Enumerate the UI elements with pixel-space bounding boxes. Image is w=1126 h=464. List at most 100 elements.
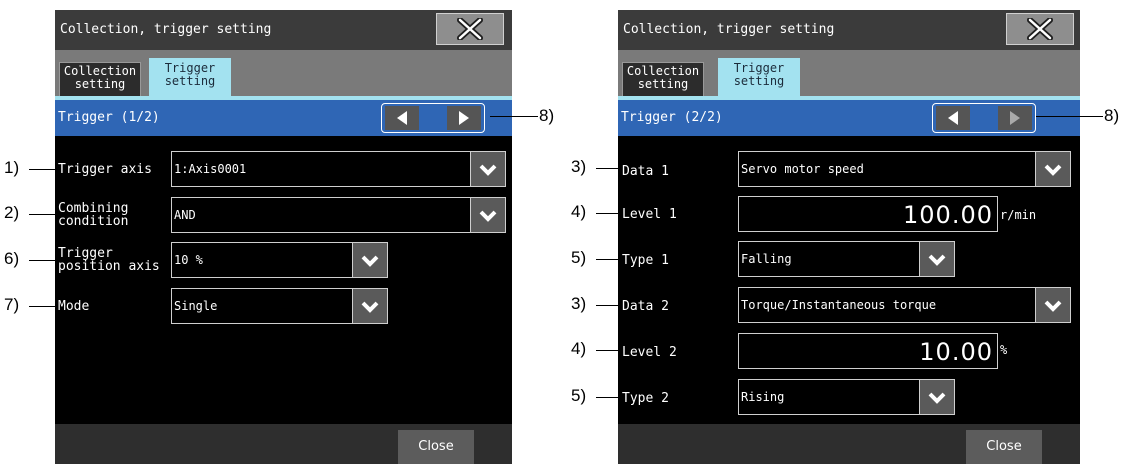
callout-line: [29, 169, 58, 170]
tab-collection-setting[interactable]: Collection setting: [622, 62, 704, 96]
level-1-label: Level 1: [622, 207, 677, 222]
callout-3: 3): [571, 294, 587, 313]
close-button[interactable]: Close: [966, 430, 1042, 464]
tab-strip: Collection setting Trigger setting: [55, 50, 512, 96]
combining-condition-field[interactable]: AND: [171, 197, 471, 233]
type-2-value: Rising: [741, 390, 785, 404]
trigger-position-axis-label: Trigger position axis: [58, 247, 160, 273]
trigger-axis-field[interactable]: 1:Axis0001: [171, 151, 471, 187]
tab-label: setting: [74, 77, 126, 91]
data-1-dropdown-button[interactable]: [1035, 151, 1071, 187]
combining-condition-dropdown-button[interactable]: [470, 197, 506, 233]
callout-line: [490, 116, 538, 117]
label-line: position axis: [58, 259, 160, 274]
combining-condition-label: Combining condition: [58, 202, 128, 228]
data-2-field[interactable]: Torque/Instantaneous torque: [738, 287, 1036, 323]
data-2-value: Torque/Instantaneous torque: [741, 298, 937, 312]
page-navigator: [381, 103, 485, 133]
combining-condition-value: AND: [174, 208, 196, 222]
window-title: Collection, trigger setting: [60, 22, 272, 37]
triangle-left-icon: [948, 111, 958, 125]
window-close-button[interactable]: [436, 13, 504, 45]
callout-line: [596, 305, 622, 306]
mode-dropdown-button[interactable]: [352, 288, 388, 324]
bottom-bar: Close: [55, 424, 512, 464]
right-panel: Collection, trigger setting Collection s…: [618, 10, 1080, 464]
close-x-icon: [457, 18, 483, 40]
tab-trigger-setting[interactable]: Trigger setting: [718, 58, 800, 96]
type-1-dropdown-button[interactable]: [919, 241, 955, 277]
chevron-down-icon: [1044, 164, 1062, 176]
data-1-value: Servo motor speed: [741, 162, 864, 176]
close-x-icon: [1027, 18, 1053, 40]
data-2-label: Data 2: [622, 299, 669, 314]
level-2-field[interactable]: 10.00: [738, 333, 998, 369]
chevron-down-icon: [928, 392, 946, 404]
type-1-field[interactable]: Falling: [738, 241, 920, 277]
tab-label: setting: [637, 77, 689, 91]
section-header: Trigger (1/2): [55, 100, 512, 136]
level-2-label: Level 2: [622, 345, 677, 360]
level-1-field[interactable]: 100.00: [738, 196, 998, 232]
title-bar: Collection, trigger setting: [618, 10, 1080, 50]
chevron-down-icon: [479, 164, 497, 176]
tab-label: setting: [164, 74, 216, 88]
type-2-label: Type 2: [622, 391, 669, 406]
close-button[interactable]: Close: [398, 430, 474, 464]
level-2-value: 10.00: [919, 338, 993, 366]
chevron-down-icon: [479, 210, 497, 222]
prev-page-button[interactable]: [385, 106, 419, 130]
left-panel: Collection, trigger setting Collection s…: [55, 10, 512, 464]
callout-line: [596, 259, 622, 260]
next-page-button[interactable]: [998, 106, 1032, 130]
mode-value: Single: [174, 299, 218, 313]
data-1-field[interactable]: Servo motor speed: [738, 151, 1036, 187]
callout-line: [29, 260, 58, 261]
data-2-dropdown-button[interactable]: [1035, 287, 1071, 323]
trigger-axis-value: 1:Axis0001: [174, 162, 247, 176]
type-2-field[interactable]: Rising: [738, 379, 920, 415]
section-header: Trigger (2/2): [618, 100, 1080, 136]
callout-6: 6): [4, 249, 20, 268]
chevron-down-icon: [361, 255, 379, 267]
type-1-value: Falling: [741, 252, 792, 266]
callout-4: 4): [571, 339, 587, 358]
callout-3: 3): [571, 157, 587, 176]
window-title: Collection, trigger setting: [623, 22, 835, 37]
type-2-dropdown-button[interactable]: [919, 379, 955, 415]
tab-label: setting: [733, 74, 785, 88]
mode-field[interactable]: Single: [171, 288, 353, 324]
title-bar: Collection, trigger setting: [55, 10, 512, 50]
prev-page-button[interactable]: [936, 106, 970, 130]
tab-collection-setting[interactable]: Collection setting: [59, 62, 141, 96]
trigger-position-axis-value: 10 %: [174, 253, 203, 267]
callout-line: [596, 397, 622, 398]
callout-line: [29, 214, 58, 215]
callout-line: [596, 168, 622, 169]
callout-7: 7): [4, 295, 20, 314]
window-close-button[interactable]: [1006, 13, 1074, 45]
chevron-down-icon: [1044, 300, 1062, 312]
trigger-position-axis-field[interactable]: 10 %: [171, 242, 353, 278]
callout-line: [29, 306, 58, 307]
chevron-down-icon: [361, 301, 379, 313]
callout-5: 5): [571, 248, 587, 267]
triangle-right-icon: [459, 111, 469, 125]
level-2-unit: %: [1000, 343, 1008, 357]
section-title: Trigger (1/2): [58, 110, 160, 125]
tab-trigger-setting[interactable]: Trigger setting: [149, 58, 231, 96]
trigger-position-axis-dropdown-button[interactable]: [352, 242, 388, 278]
section-title: Trigger (2/2): [621, 110, 723, 125]
callout-8: 8): [539, 106, 555, 125]
triangle-left-icon: [397, 111, 407, 125]
next-page-button[interactable]: [447, 106, 481, 130]
page-navigator: [932, 103, 1036, 133]
callout-line: [1036, 116, 1103, 117]
level-1-unit: r/min: [1000, 208, 1037, 222]
level-1-value: 100.00: [903, 201, 993, 229]
bottom-bar: Close: [618, 424, 1080, 464]
triangle-right-icon: [1010, 111, 1020, 125]
callout-4: 4): [571, 202, 587, 221]
callout-line: [596, 213, 622, 214]
trigger-axis-dropdown-button[interactable]: [470, 151, 506, 187]
